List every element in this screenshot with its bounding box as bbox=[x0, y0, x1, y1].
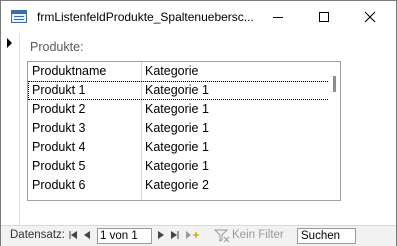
record-selector[interactable] bbox=[1, 33, 20, 225]
new-record-button[interactable] bbox=[185, 229, 201, 241]
produkte-label: Produkte: bbox=[30, 40, 84, 54]
minimize-button[interactable] bbox=[256, 1, 302, 33]
current-record-arrow-icon bbox=[7, 38, 12, 48]
produktname-cell: Produkt 6 bbox=[32, 178, 86, 192]
produktname-cell: Produkt 3 bbox=[32, 121, 86, 135]
kategorie-cell: Kategorie 1 bbox=[145, 159, 209, 173]
first-record-icon bbox=[69, 231, 77, 239]
kategorie-cell: Kategorie 1 bbox=[145, 102, 209, 116]
list-item[interactable]: Produkt 2 Kategorie 1 bbox=[28, 100, 330, 119]
list-item[interactable]: Produkt 1 Kategorie 1 bbox=[28, 81, 330, 100]
listbox-scrollbar[interactable] bbox=[329, 62, 340, 200]
record-nav-label: Datensatz: bbox=[10, 229, 65, 241]
record-position-field[interactable]: 1 von 1 bbox=[97, 228, 152, 244]
listbox-header-row: Produktname Kategorie bbox=[28, 62, 330, 82]
list-item[interactable]: Produkt 4 Kategorie 1 bbox=[28, 138, 330, 157]
search-input[interactable]: Suchen bbox=[297, 228, 356, 244]
list-item[interactable]: Produkt 3 Kategorie 1 bbox=[28, 119, 330, 138]
list-item[interactable]: Produkt 5 Kategorie 1 bbox=[28, 157, 330, 176]
last-record-icon bbox=[171, 231, 179, 239]
kategorie-cell: Kategorie 2 bbox=[145, 178, 209, 192]
record-navigation-bar: Datensatz: 1 von 1 Kein Filter Suchen bbox=[1, 225, 396, 246]
listbox-rows: Produktname Kategorie Produkt 1 Kategori… bbox=[28, 62, 330, 200]
maximize-icon bbox=[319, 12, 329, 22]
produktname-cell: Produkt 1 bbox=[32, 83, 86, 97]
produktname-cell: Produkt 4 bbox=[32, 140, 86, 154]
kategorie-cell: Kategorie 1 bbox=[145, 121, 209, 135]
previous-record-icon bbox=[84, 231, 90, 239]
close-button[interactable] bbox=[348, 1, 394, 33]
access-form-window: frmListenfeldProdukte_Spaltenuebersc... … bbox=[0, 0, 397, 246]
produkte-listbox[interactable]: Produktname Kategorie Produkt 1 Kategori… bbox=[27, 61, 341, 201]
new-record-icon bbox=[186, 231, 199, 239]
horizontal-scrollbar[interactable] bbox=[357, 226, 396, 246]
form-icon bbox=[11, 10, 27, 23]
kategorie-cell: Kategorie 1 bbox=[145, 140, 209, 154]
column-header-kategorie: Kategorie bbox=[145, 64, 199, 78]
list-item[interactable]: Produkt 6 Kategorie 2 bbox=[28, 176, 330, 195]
column-header-produktname: Produktname bbox=[32, 64, 107, 78]
produktname-cell: Produkt 2 bbox=[32, 102, 86, 116]
filter-label: Kein Filter bbox=[232, 229, 284, 241]
next-record-icon bbox=[158, 231, 164, 239]
scrollbar-thumb[interactable] bbox=[333, 76, 336, 92]
previous-record-button[interactable] bbox=[82, 229, 93, 241]
first-record-button[interactable] bbox=[68, 229, 79, 241]
close-icon bbox=[364, 11, 376, 23]
last-record-button[interactable] bbox=[169, 229, 180, 241]
produktname-cell: Produkt 5 bbox=[32, 159, 86, 173]
next-record-button[interactable] bbox=[155, 229, 166, 241]
window-title: frmListenfeldProdukte_Spaltenuebersc... bbox=[37, 10, 254, 24]
filter-icon bbox=[214, 229, 230, 242]
maximize-button[interactable] bbox=[302, 1, 348, 33]
title-bar[interactable]: frmListenfeldProdukte_Spaltenuebersc... bbox=[1, 1, 396, 33]
kategorie-cell: Kategorie 1 bbox=[145, 83, 209, 97]
minimize-icon bbox=[273, 17, 283, 18]
form-detail-area: Produkte: Produktname Kategorie Produkt … bbox=[1, 33, 396, 225]
